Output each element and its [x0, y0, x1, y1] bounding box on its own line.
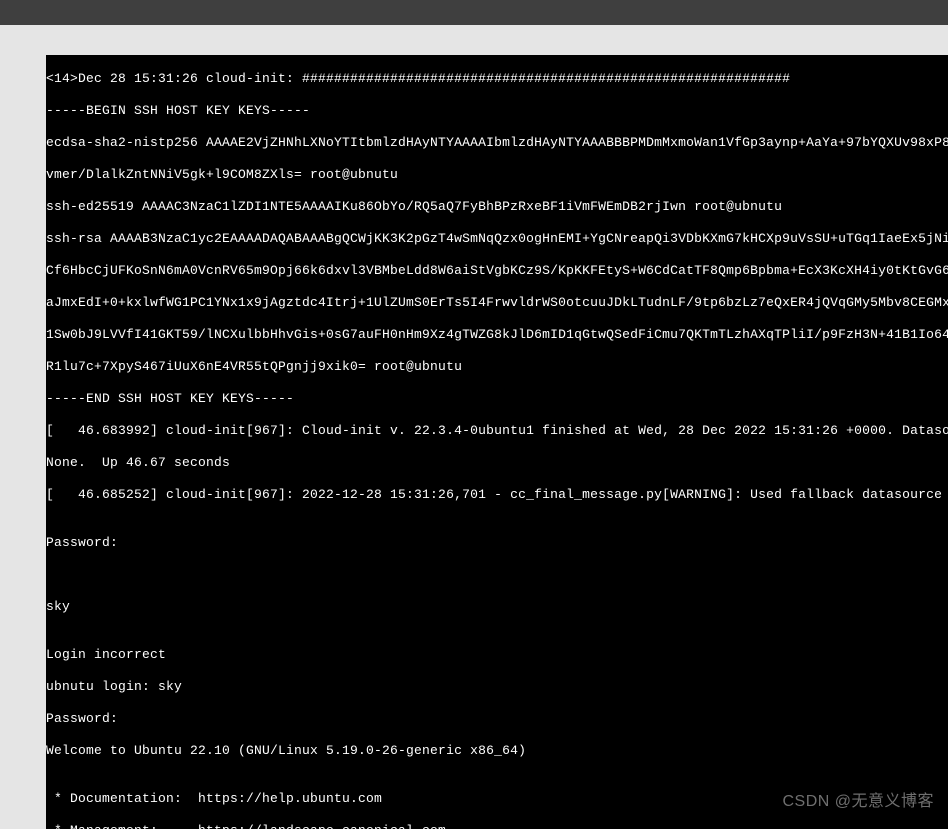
- terminal-line: Password:: [46, 535, 948, 551]
- terminal-line: [ 46.685252] cloud-init[967]: 2022-12-28…: [46, 487, 948, 503]
- terminal-line: -----END SSH HOST KEY KEYS-----: [46, 391, 948, 407]
- terminal-line: aJmxEdI+0+kxlwfWG1PC1YNx1x9jAgztdc4Itrj+…: [46, 295, 948, 311]
- terminal-output[interactable]: <14>Dec 28 15:31:26 cloud-init: ########…: [46, 55, 948, 829]
- terminal-line: * Management: https://landscape.canonica…: [46, 823, 948, 829]
- terminal-line: Welcome to Ubuntu 22.10 (GNU/Linux 5.19.…: [46, 743, 948, 759]
- terminal-line: ubnutu login: sky: [46, 679, 948, 695]
- terminal-line: Cf6HbcCjUFKoSnN6mA0VcnRV65m9Opj66k6dxvl3…: [46, 263, 948, 279]
- terminal-line: <14>Dec 28 15:31:26 cloud-init: ########…: [46, 71, 948, 87]
- terminal-line: ecdsa-sha2-nistp256 AAAAE2VjZHNhLXNoYTIt…: [46, 135, 948, 151]
- terminal-line: ssh-ed25519 AAAAC3NzaC1lZDI1NTE5AAAAIKu8…: [46, 199, 948, 215]
- terminal-line: vmer/DlalkZntNNiV5gk+l9COM8ZXls= root@ub…: [46, 167, 948, 183]
- terminal-line: ssh-rsa AAAAB3NzaC1yc2EAAAADAQABAAABgQCW…: [46, 231, 948, 247]
- terminal-line: R1lu7c+7XpyS467iUuX6nE4VR55tQPgnjj9xik0=…: [46, 359, 948, 375]
- terminal-line: Password:: [46, 711, 948, 727]
- window-title-bar: [0, 0, 948, 25]
- terminal-line: * Documentation: https://help.ubuntu.com: [46, 791, 948, 807]
- terminal-line: 1Sw0bJ9LVVfI41GKT59/lNCXulbbHhvGis+0sG7a…: [46, 327, 948, 343]
- terminal-line: None. Up 46.67 seconds: [46, 455, 948, 471]
- terminal-line: Login incorrect: [46, 647, 948, 663]
- terminal-line: [ 46.683992] cloud-init[967]: Cloud-init…: [46, 423, 948, 439]
- terminal-line: -----BEGIN SSH HOST KEY KEYS-----: [46, 103, 948, 119]
- terminal-line: sky: [46, 599, 948, 615]
